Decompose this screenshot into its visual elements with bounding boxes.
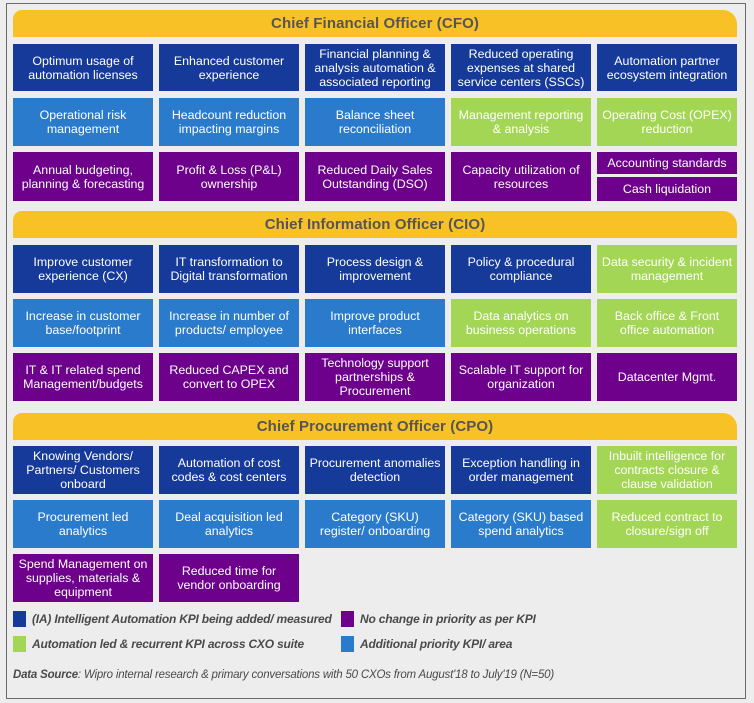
kpi-box: Technology support partnerships & Procur… xyxy=(305,353,445,401)
kpi-box: Scalable IT support for organization xyxy=(451,353,591,401)
section-header-cpo: Chief Procurement Officer (CPO) xyxy=(13,413,737,440)
legend-label: (IA) Intelligent Automation KPI being ad… xyxy=(32,612,332,626)
legend-swatch-dark-blue xyxy=(13,611,26,627)
kpi-box: Increase in customer base/footprint xyxy=(13,299,153,347)
kpi-box: Optimum usage of automation licenses xyxy=(13,44,153,91)
legend-swatch-green xyxy=(13,636,26,652)
kpi-box: Headcount reduction impacting margins xyxy=(159,98,299,146)
kpi-box: Management reporting & analysis xyxy=(451,98,591,146)
legend-item-ia-kpi: (IA) Intelligent Automation KPI being ad… xyxy=(13,611,332,627)
kpi-box: Datacenter Mgmt. xyxy=(597,353,737,401)
legend-label: No change in priority as per KPI xyxy=(360,612,536,626)
kpi-box: Deal acquisition led analytics xyxy=(159,500,299,548)
legend-item-automation-recurrent: Automation led & recurrent KPI across CX… xyxy=(13,636,304,652)
kpi-box: Operational risk management xyxy=(13,98,153,146)
kpi-box: Knowing Vendors/ Partners/ Customers onb… xyxy=(13,446,153,494)
kpi-box: Reduced operating expenses at shared ser… xyxy=(451,44,591,91)
kpi-box: Cash liquidation xyxy=(597,177,737,201)
kpi-box: Reduced contract to closure/sign off xyxy=(597,500,737,548)
data-source-text: : Wipro internal research & primary conv… xyxy=(77,669,554,681)
section-header-cio: Chief Information Officer (CIO) xyxy=(13,211,737,238)
data-source-label: Data Source xyxy=(13,669,78,681)
section-header-cfo: Chief Financial Officer (CFO) xyxy=(13,10,737,37)
legend-swatch-purple xyxy=(341,611,354,627)
legend-label: Automation led & recurrent KPI across CX… xyxy=(32,637,304,651)
kpi-box: Accounting standards xyxy=(597,152,737,174)
legend-item-additional-priority: Additional priority KPI/ area xyxy=(341,636,512,652)
kpi-box: Enhanced customer experience xyxy=(159,44,299,91)
kpi-box: Automation partner ecosystem integration xyxy=(597,44,737,91)
kpi-box: Back office & Front office automation xyxy=(597,299,737,347)
legend-label: Additional priority KPI/ area xyxy=(360,637,513,651)
kpi-box: Policy & procedural compliance xyxy=(451,245,591,293)
kpi-box: Category (SKU) register/ onboarding xyxy=(305,500,445,548)
kpi-box: Data analytics on business operations xyxy=(451,299,591,347)
kpi-box: Annual budgeting, planning & forecasting xyxy=(13,152,153,201)
kpi-box: Process design & improvement xyxy=(305,245,445,293)
kpi-box: Reduced Daily Sales Outstanding (DSO) xyxy=(305,152,445,201)
legend-item-no-change: No change in priority as per KPI xyxy=(341,611,536,627)
kpi-box: Inbuilt intelligence for contracts closu… xyxy=(597,446,737,494)
kpi-box: IT & IT related spend Management/budgets xyxy=(13,353,153,401)
kpi-box: Automation of cost codes & cost centers xyxy=(159,446,299,494)
kpi-box: Profit & Loss (P&L) ownership xyxy=(159,152,299,201)
kpi-box: Reduced time for vendor onboarding xyxy=(159,554,299,602)
kpi-box: Reduced CAPEX and convert to OPEX xyxy=(159,353,299,401)
kpi-box: Financial planning & analysis automation… xyxy=(305,44,445,91)
kpi-box: Spend Management on supplies, materials … xyxy=(13,554,153,602)
kpi-box: Improve customer experience (CX) xyxy=(13,245,153,293)
kpi-box: Procurement led analytics xyxy=(13,500,153,548)
kpi-box: Exception handling in order management xyxy=(451,446,591,494)
kpi-box: Balance sheet reconciliation xyxy=(305,98,445,146)
data-source-note: Data Source: Wipro internal research & p… xyxy=(13,669,554,681)
kpi-box: Increase in number of products/ employee xyxy=(159,299,299,347)
kpi-box: Capacity utilization of resources xyxy=(451,152,591,201)
legend-swatch-light-blue xyxy=(341,636,354,652)
kpi-box: Operating Cost (OPEX) reduction xyxy=(597,98,737,146)
kpi-box: IT transformation to Digital transformat… xyxy=(159,245,299,293)
kpi-box: Data security & incident management xyxy=(597,245,737,293)
kpi-box: Improve product interfaces xyxy=(305,299,445,347)
kpi-box: Procurement anomalies detection xyxy=(305,446,445,494)
kpi-box: Category (SKU) based spend analytics xyxy=(451,500,591,548)
